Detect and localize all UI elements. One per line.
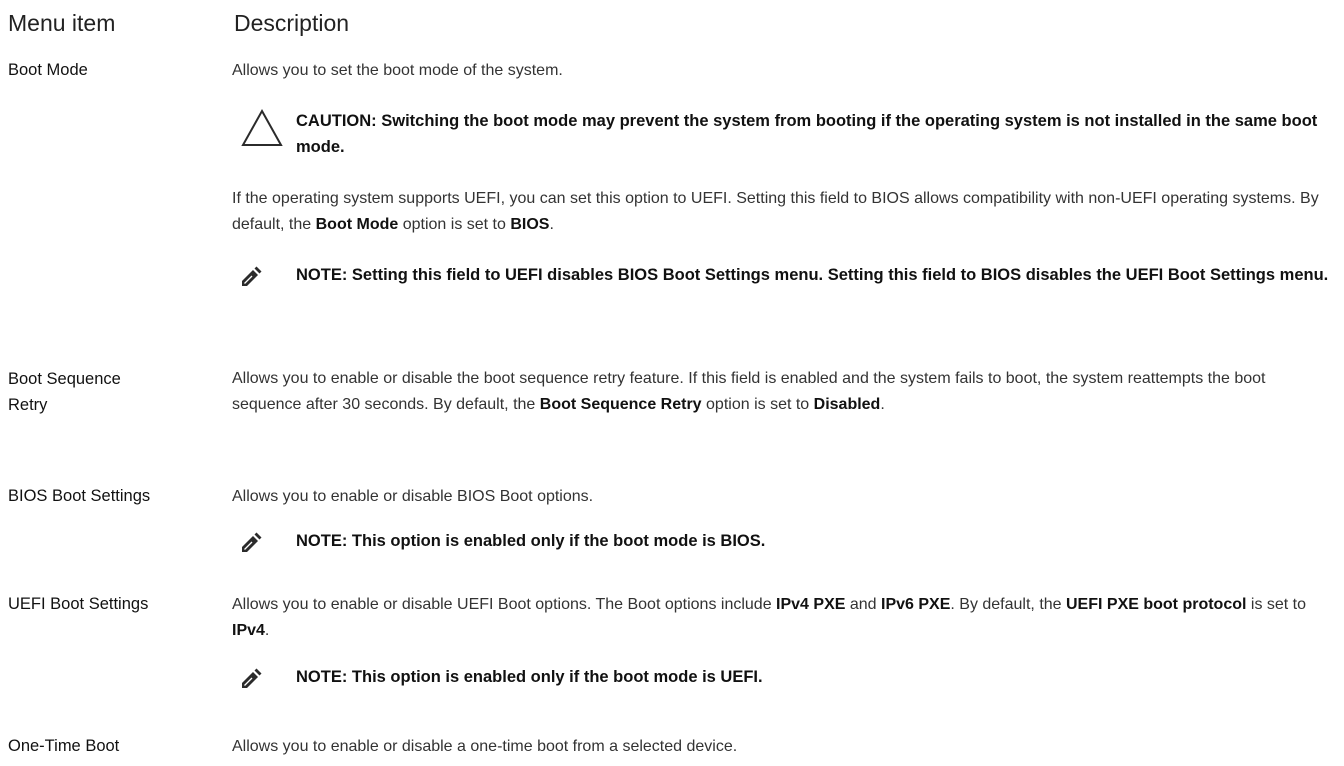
note-text: NOTE: This option is enabled only if the…: [296, 668, 763, 686]
bold-segment: Disabled: [813, 396, 881, 413]
text-segment: .: [264, 622, 270, 639]
table-header: Menu item Description: [0, 10, 1344, 50]
boot-mode-paragraph: If the operating system supports UEFI, y…: [232, 186, 1322, 238]
menu-item-name: BIOS Boot Settings: [8, 487, 151, 505]
menu-item-name-line: Boot Sequence: [8, 370, 121, 388]
column-header-menu-item: Menu item: [8, 10, 116, 36]
bold-segment: UEFI PXE boot protocol: [1066, 596, 1247, 613]
note-pencil-icon: [240, 668, 262, 695]
menu-item-description: Allows you to enable or disable UEFI Boo…: [232, 592, 1322, 644]
text-segment: Allows you to enable or disable UEFI Boo…: [232, 596, 777, 613]
description-text: Allows you to set the boot mode of the s…: [232, 62, 563, 79]
text-segment: and: [845, 596, 881, 613]
bold-segment: Boot Sequence Retry: [539, 396, 702, 413]
note-text: NOTE: This option is enabled only if the…: [296, 532, 766, 550]
menu-item-name: One-Time Boot: [8, 737, 120, 755]
column-header-description: Description: [234, 10, 350, 36]
bold-segment: IPv6 PXE: [881, 596, 951, 613]
text-segment: option is set to: [398, 216, 511, 233]
menu-item-name-line: Retry: [8, 396, 48, 414]
bold-segment: BIOS: [510, 216, 550, 233]
note-pencil-icon: [240, 532, 262, 559]
caution-triangle-icon: [240, 108, 284, 153]
bold-segment: IPv4 PXE: [776, 596, 846, 613]
menu-item-name: Boot Sequence Retry: [8, 366, 208, 418]
menu-item-name: UEFI Boot Settings: [8, 595, 149, 613]
menu-item-description: Allows you to set the boot mode of the s…: [232, 58, 1322, 84]
menu-item-description: Allows you to enable or disable the boot…: [232, 366, 1322, 418]
bold-segment: IPv4: [232, 622, 265, 639]
menu-item-description: Allows you to enable or disable a one-ti…: [232, 734, 1322, 760]
text-segment: . By default, the: [950, 596, 1066, 613]
menu-item-name: Boot Mode: [8, 61, 88, 79]
menu-item-description: Allows you to enable or disable BIOS Boo…: [232, 484, 1322, 510]
bold-segment: Boot Mode: [315, 216, 399, 233]
text-segment: .: [549, 216, 554, 233]
text-segment: option is set to: [701, 396, 814, 413]
caution-text: CAUTION: Switching the boot mode may pre…: [296, 112, 1318, 156]
note-pencil-icon: [240, 266, 262, 293]
description-text: Allows you to enable or disable a one-ti…: [232, 738, 738, 755]
text-segment: .: [880, 396, 885, 413]
description-text: Allows you to enable or disable BIOS Boo…: [232, 488, 594, 505]
note-text: NOTE: Setting this field to UEFI disable…: [296, 266, 1329, 284]
text-segment: is set to: [1246, 596, 1307, 613]
